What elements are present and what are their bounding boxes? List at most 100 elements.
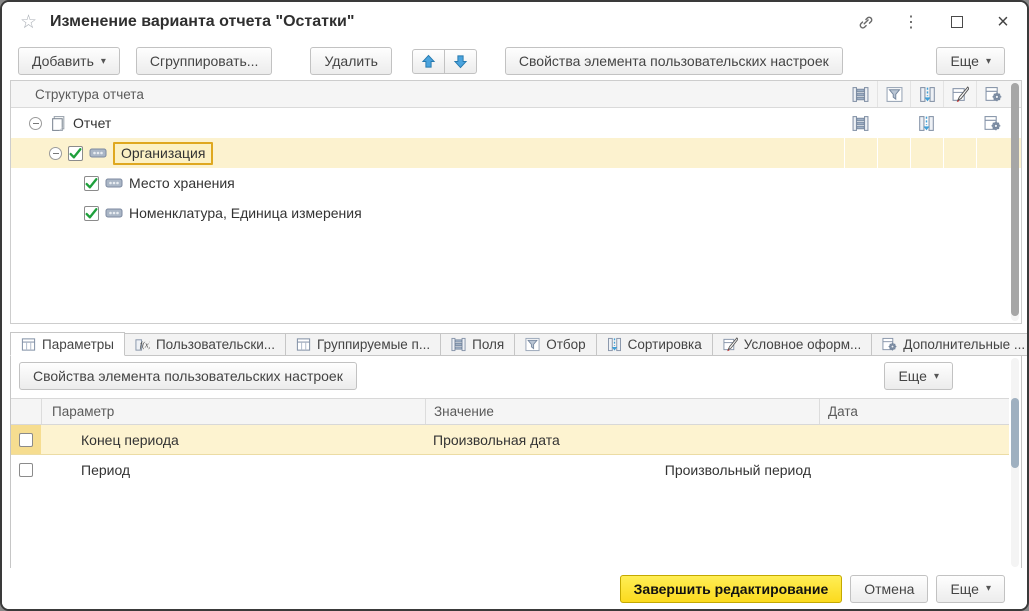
tree-header-icon-columns [844, 81, 1009, 107]
more-button[interactable]: Еще ▾ [936, 47, 1005, 75]
value-cell[interactable]: Произвольная дата [425, 425, 819, 454]
grouping-icon [105, 177, 123, 189]
chevron-down-icon: ▾ [934, 371, 939, 382]
groupable-fields-icon[interactable] [844, 81, 877, 107]
finish-editing-button[interactable]: Завершить редактирование [620, 575, 843, 603]
date-cell[interactable] [819, 455, 1009, 485]
tree-row-storage-place[interactable]: Место хранения [11, 168, 1021, 198]
report-structure-panel: Структура отчета Отчет [10, 80, 1022, 324]
scrollbar-thumb[interactable] [1011, 83, 1019, 316]
dialog-title: Изменение варианта отчета "Остатки" [50, 13, 354, 31]
fx-icon [135, 337, 150, 352]
date-cell[interactable] [819, 425, 1009, 454]
collapse-icon[interactable] [29, 117, 42, 130]
tree-row-report[interactable]: Отчет [11, 108, 1021, 138]
parameters-scrollbar [1011, 358, 1019, 567]
tab-user-fields[interactable]: Пользовательски... [125, 333, 286, 356]
grouping-icon [105, 207, 123, 219]
more-button[interactable]: Еще ▾ [884, 362, 953, 390]
tab-additional-settings[interactable]: Дополнительные ... [872, 333, 1029, 356]
move-buttons [412, 49, 477, 74]
check-icon [84, 176, 99, 191]
table-row-period[interactable]: Период Произвольный период [11, 455, 1009, 485]
tree-row-nomenclature[interactable]: Номенклатура, Единица измерения [11, 198, 1021, 228]
dialog-window: ☆ Изменение варианта отчета "Остатки" ⋮ … [0, 0, 1029, 611]
tree-header-label: Структура отчета [35, 87, 144, 102]
tab-parameters[interactable]: Параметры [10, 332, 125, 356]
value-cell[interactable]: Произвольный период [425, 455, 819, 485]
table-header-row: Параметр Значение Дата [11, 398, 1009, 425]
header-parameter[interactable]: Параметр [41, 399, 425, 424]
additional-settings-icon[interactable] [976, 108, 1009, 138]
groupable-fields-icon[interactable] [844, 108, 877, 138]
collapse-icon[interactable] [49, 147, 62, 160]
parameters-table: Параметр Значение Дата Конец периода Про… [11, 398, 1009, 485]
row-checkbox[interactable] [84, 206, 99, 221]
close-icon[interactable]: × [993, 12, 1013, 32]
row-icon-columns [844, 108, 1009, 138]
chevron-down-icon: ▾ [986, 56, 991, 67]
user-settings-properties-button[interactable]: Свойства элемента пользовательских настр… [19, 362, 357, 390]
row-checkbox[interactable] [19, 463, 33, 477]
sort-icon[interactable] [910, 108, 943, 138]
report-icon [50, 115, 67, 132]
parameter-cell[interactable]: Конец периода [41, 425, 425, 454]
window-controls: ⋮ × [855, 2, 1013, 42]
more-menu-icon[interactable]: ⋮ [901, 12, 921, 32]
user-settings-properties-button[interactable]: Свойства элемента пользовательских настр… [505, 47, 843, 75]
conditional-appearance-icon [723, 337, 738, 352]
row-checkbox[interactable] [19, 433, 33, 447]
arrow-down-icon [453, 54, 468, 69]
chevron-down-icon: ▾ [986, 583, 991, 594]
tree-row-organization[interactable]: Организация [11, 138, 1021, 168]
add-button[interactable]: Добавить ▾ [18, 47, 120, 75]
tree-row-label[interactable]: Отчет [73, 115, 111, 131]
current-cell[interactable]: Организация [113, 142, 213, 165]
main-toolbar: Добавить ▾ Сгруппировать... Удалить Свой… [2, 44, 1027, 78]
sort-icon[interactable] [910, 81, 943, 107]
sort-icon [607, 337, 622, 352]
tab-conditional-appearance[interactable]: Условное оформ... [713, 333, 873, 356]
tree-header: Структура отчета [11, 81, 1021, 108]
filter-icon[interactable] [877, 81, 910, 107]
get-link-icon[interactable] [855, 12, 875, 32]
row-checkbox[interactable] [68, 146, 83, 161]
conditional-appearance-icon[interactable] [943, 81, 976, 107]
tab-sorting[interactable]: Сортировка [597, 333, 713, 356]
tab-grouped-fields[interactable]: Группируемые п... [286, 333, 441, 356]
table-row-end-of-period[interactable]: Конец периода Произвольная дата [11, 425, 1009, 455]
row-icon-columns [844, 138, 1009, 168]
move-up-button[interactable] [412, 49, 445, 74]
header-value[interactable]: Значение [425, 399, 819, 424]
grouping-icon [89, 147, 107, 159]
header-date[interactable]: Дата [819, 399, 1009, 424]
arrow-up-icon [421, 54, 436, 69]
parameters-panel: Свойства элемента пользовательских настр… [10, 355, 1022, 570]
chevron-down-icon: ▾ [101, 56, 106, 67]
maximize-icon[interactable] [947, 12, 967, 32]
fields-icon [451, 337, 466, 352]
tree-row-label[interactable]: Место хранения [129, 175, 235, 191]
tab-fields[interactable]: Поля [441, 333, 515, 356]
more-button[interactable]: Еще ▾ [936, 575, 1005, 603]
parameter-cell[interactable]: Период [41, 455, 425, 485]
cancel-button[interactable]: Отмена [850, 575, 928, 603]
filter-icon [525, 337, 540, 352]
row-checkbox[interactable] [84, 176, 99, 191]
table-icon [296, 337, 311, 352]
header-select-column [11, 399, 41, 424]
footer: Завершить редактирование Отмена Еще ▾ [2, 568, 1027, 609]
move-down-button[interactable] [444, 49, 477, 74]
gear-icon [882, 337, 897, 352]
check-icon [84, 206, 99, 221]
favorite-star-icon[interactable]: ☆ [20, 11, 37, 34]
scrollbar-thumb[interactable] [1011, 398, 1019, 468]
tab-filter[interactable]: Отбор [515, 333, 596, 356]
group-button[interactable]: Сгруппировать... [136, 47, 273, 75]
tree-row-label[interactable]: Номенклатура, Единица измерения [129, 205, 362, 221]
title-bar: ☆ Изменение варианта отчета "Остатки" ⋮ … [2, 2, 1027, 42]
additional-settings-icon[interactable] [976, 81, 1009, 107]
delete-button[interactable]: Удалить [310, 47, 391, 75]
settings-tabs: Параметры Пользовательски... Группируемы… [10, 332, 1018, 356]
table-icon [21, 337, 36, 352]
